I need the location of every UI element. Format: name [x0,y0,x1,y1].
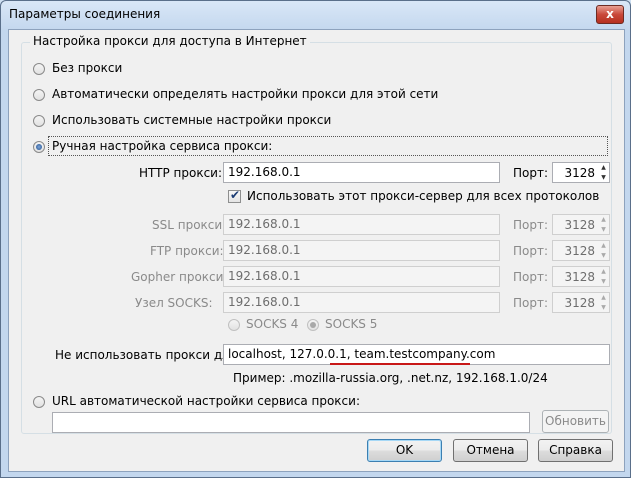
spin-down-icon[interactable]: ▼ [598,277,609,286]
spin-up-icon[interactable]: ▲ [598,215,609,224]
spin-down-icon[interactable]: ▼ [598,303,609,312]
radio-auto-detect[interactable] [33,89,45,101]
socks-port-stepper[interactable]: 3128 ▲ ▼ [552,292,610,313]
ftp-port-stepper[interactable]: 3128 ▲ ▼ [552,240,610,261]
radio-socks4[interactable] [228,319,240,331]
http-port-value: 3128 [564,166,595,180]
http-port-label: Порт: [513,166,549,180]
http-proxy-input[interactable]: 192.168.0.1 [223,162,500,183]
radio-system-proxy[interactable] [33,115,45,127]
label-system-proxy: Использовать системные настройки прокси [52,113,332,127]
http-port-stepper[interactable]: 3128 ▲ ▼ [552,162,610,183]
reload-button[interactable]: Обновить [542,410,609,433]
proxy-settings-group: Настройка прокси для доступа в Интернет … [21,34,612,434]
help-button[interactable]: Справка [538,439,613,462]
dialog-body: Настройка прокси для доступа в Интернет … [8,29,625,472]
socks5-label: SOCKS 5 [325,317,378,331]
cancel-button[interactable]: Отмена [453,439,528,462]
title-bar[interactable]: Параметры соединения x [1,1,630,29]
checkmark-icon: ✔ [230,188,241,202]
spin-up-icon[interactable]: ▲ [598,267,609,276]
ssl-port-label: Порт: [513,218,549,232]
no-proxy-example: Пример: .mozilla-russia.org, .net.nz, 19… [233,371,548,385]
label-manual-proxy: Ручная настройка сервиса прокси: [52,139,273,153]
ssl-port-stepper[interactable]: 3128 ▲ ▼ [552,214,610,235]
no-proxy-label: Не использовать прокси для: [55,348,242,362]
window-title: Параметры соединения [9,7,161,21]
spin-up-icon[interactable]: ▲ [598,241,609,250]
label-no-proxy: Без прокси [52,61,123,75]
connection-settings-window: Параметры соединения x Настройка прокси … [0,0,631,478]
ftp-port-label: Порт: [513,244,549,258]
spin-up-icon[interactable]: ▲ [598,293,609,302]
share-proxy-label: Использовать этот прокси-сервер для всех… [247,189,600,203]
radio-manual-proxy[interactable] [33,141,45,153]
socks4-label: SOCKS 4 [246,317,299,331]
socks-port-value: 3128 [564,296,595,310]
gopher-port-stepper[interactable]: 3128 ▲ ▼ [552,266,610,287]
pac-url-input[interactable] [52,412,530,433]
ssl-port-value: 3128 [564,218,595,232]
gopher-port-label: Порт: [513,270,549,284]
annotation-underline [330,363,470,365]
radio-pac-url[interactable] [33,396,45,408]
socks-host-input[interactable]: 192.168.0.1 [223,292,500,313]
share-proxy-checkbox[interactable]: ✔ [228,188,241,203]
ftp-port-value: 3128 [564,244,595,258]
spin-up-icon[interactable]: ▲ [598,163,609,172]
ok-button[interactable]: OK [367,439,442,462]
ssl-proxy-input[interactable]: 192.168.0.1 [223,214,500,235]
label-auto-detect: Автоматически определять настройки прокс… [52,87,439,101]
gopher-proxy-input[interactable]: 192.168.0.1 [223,266,500,287]
no-proxy-input[interactable]: localhost, 127.0.0.1, team.testcompany.c… [223,344,610,365]
close-button[interactable]: x [596,5,624,24]
ftp-proxy-label: FTP прокси: [150,244,224,258]
http-proxy-label: HTTP прокси: [139,166,223,180]
spin-down-icon[interactable]: ▼ [598,173,609,182]
group-title: Настройка прокси для доступа в Интернет [30,34,310,48]
gopher-proxy-label: Gopher прокси: [131,270,228,284]
ftp-proxy-input[interactable]: 192.168.0.1 [223,240,500,261]
spin-down-icon[interactable]: ▼ [598,251,609,260]
radio-socks5[interactable] [307,319,319,331]
socks-host-label: Узел SOCKS: [135,296,213,310]
close-icon: x [606,7,614,21]
ssl-proxy-label: SSL прокси: [152,218,227,232]
socks-port-label: Порт: [513,296,549,310]
label-pac-url: URL автоматической настройки сервиса про… [52,394,360,408]
radio-no-proxy[interactable] [33,63,45,75]
gopher-port-value: 3128 [564,270,595,284]
spin-down-icon[interactable]: ▼ [598,225,609,234]
